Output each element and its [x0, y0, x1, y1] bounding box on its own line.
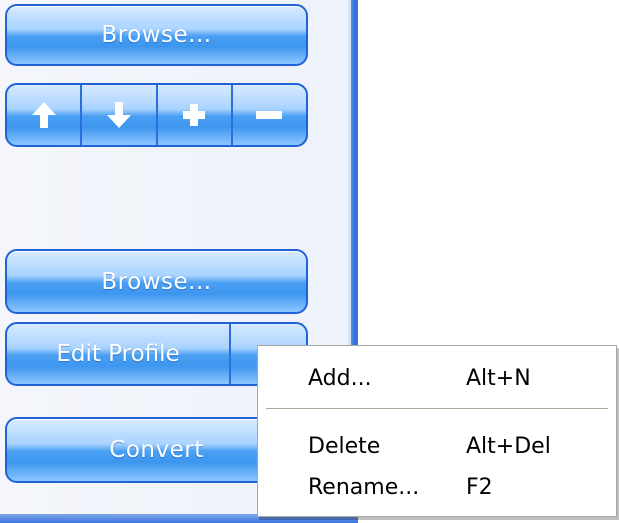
browse-button-top-label: Browse... [101, 22, 212, 48]
menu-item-add-shortcut: Alt+N [466, 365, 531, 391]
menu-item-rename-shortcut: F2 [466, 474, 493, 500]
menu-item-rename-label: Rename... [308, 474, 420, 500]
browse-button-bottom-label: Browse... [101, 268, 212, 295]
move-down-button[interactable] [82, 85, 158, 145]
list-toolbar [5, 83, 308, 147]
arrow-up-icon [31, 102, 56, 128]
plus-icon [183, 104, 206, 126]
menu-item-delete-shortcut: Alt+Del [466, 433, 551, 459]
edit-profile-label: Edit Profile [56, 341, 180, 367]
browse-button-top[interactable]: Browse... [5, 4, 308, 66]
menu-item-add-label: Add... [308, 365, 372, 391]
menu-item-delete[interactable]: Delete Alt+Del [258, 426, 616, 466]
arrow-down-icon [106, 102, 131, 128]
move-up-button[interactable] [7, 85, 83, 145]
profile-context-menu: Add... Alt+N Delete Alt+Del Rename... F2 [257, 345, 617, 517]
remove-item-button[interactable] [233, 85, 306, 145]
menu-separator [266, 408, 608, 410]
minus-icon [256, 111, 283, 119]
menu-item-add[interactable]: Add... Alt+N [258, 358, 616, 398]
menu-item-rename[interactable]: Rename... F2 [258, 467, 616, 507]
edit-profile-button[interactable]: Edit Profile [7, 324, 231, 384]
app-window: Browse... Browse... Edit Profile Convert… [0, 0, 619, 523]
menu-item-delete-label: Delete [308, 433, 381, 459]
add-item-button[interactable] [158, 85, 233, 145]
browse-button-bottom[interactable]: Browse... [5, 249, 308, 314]
convert-button-label: Convert [109, 437, 204, 463]
